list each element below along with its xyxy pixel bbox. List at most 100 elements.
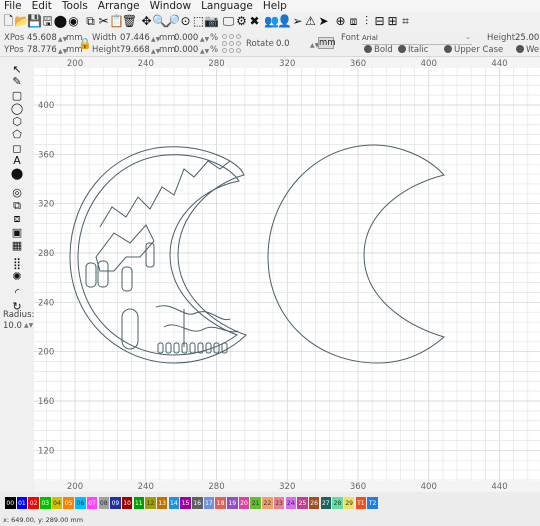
canvas-drawing[interactable]: 200 200 240 240 280 280 320 320 360 360 400 400 440 4… — [34, 57, 540, 492]
layer-swatch-22[interactable]: 22 — [262, 497, 273, 509]
polygon-tool-icon[interactable]: ⬡ — [10, 115, 24, 128]
tools-icon[interactable]: ✖ — [248, 14, 261, 29]
moon-outline-inner[interactable] — [77, 154, 240, 356]
castle-door[interactable] — [121, 308, 139, 350]
crescent-outline[interactable] — [267, 144, 446, 364]
layer-swatch-18[interactable]: 18 — [215, 497, 226, 509]
save-icon[interactable]: 💾 — [27, 14, 42, 29]
menu-help[interactable]: Help — [263, 0, 287, 12]
rotate-input[interactable]: 0.0 — [276, 39, 290, 50]
font-select[interactable]: Arial — [362, 33, 472, 45]
bezier-tool-icon[interactable]: ◻ — [10, 142, 24, 155]
target-icon[interactable]: ⊕ — [334, 14, 347, 29]
frame-icon[interactable]: ⌗ — [399, 14, 412, 29]
settings-icon[interactable]: ⚙ — [235, 14, 248, 29]
scale-y-spinner[interactable]: ▲▼ — [200, 46, 209, 57]
layer-swatch-12[interactable]: 12 — [145, 497, 156, 509]
origin-top-right-icon[interactable] — [236, 34, 241, 39]
warning-icon[interactable]: ⚠ — [304, 14, 317, 29]
layer-swatch-15[interactable]: 15 — [180, 497, 191, 509]
units-toggle-button[interactable]: mm — [318, 37, 336, 49]
menu-window[interactable]: Window — [150, 0, 191, 12]
welded-checkbox[interactable]: We — [516, 45, 539, 56]
font-dropdown-chevron-icon[interactable]: ⌄ — [465, 32, 471, 43]
radius-spinner[interactable]: ▲▼ — [24, 322, 33, 329]
bold-checkbox[interactable]: Bold — [364, 45, 393, 56]
layer-swatch-08[interactable]: 08 — [98, 497, 109, 509]
layer-swatch-23[interactable]: 23 — [273, 497, 285, 509]
origin-left-icon[interactable] — [222, 41, 227, 46]
ellipse-tool-icon[interactable]: ◯ — [10, 102, 24, 115]
moon-outline-outer[interactable] — [69, 146, 247, 364]
zoom-out-icon[interactable]: 🔎 — [165, 14, 180, 29]
delete-icon[interactable]: 🗑 — [122, 14, 137, 29]
select-tool-icon[interactable]: ↖ — [10, 63, 24, 76]
menu-edit[interactable]: Edit — [32, 0, 52, 12]
layer-swatch-11[interactable]: 11 — [133, 497, 145, 509]
grid-array-tool-icon[interactable]: ⣿ — [10, 257, 24, 270]
width-input[interactable]: 07.446 — [120, 33, 150, 44]
circular-array-tool-icon[interactable]: ✺ — [10, 270, 24, 283]
layer-swatch-00[interactable]: 00 — [5, 497, 16, 509]
save-as-icon[interactable]: 🖫 — [41, 14, 54, 29]
ypos-input[interactable]: 78.776 — [27, 45, 57, 56]
origin-center-icon[interactable] — [229, 41, 234, 46]
menu-file[interactable]: File — [4, 0, 22, 12]
layer-swatch-13[interactable]: 13 — [156, 497, 168, 509]
scale-y-input[interactable]: 0.000 — [174, 45, 198, 56]
array-tool-icon[interactable]: ▦ — [10, 239, 24, 252]
menu-language[interactable]: Language — [201, 0, 253, 12]
ungroup-icon[interactable]: ⊞ — [386, 14, 399, 29]
rectangle-tool-icon[interactable]: ▢ — [10, 89, 24, 102]
layer-swatch-03[interactable]: 03 — [40, 497, 51, 509]
castle-silhouette[interactable] — [95, 160, 231, 272]
castle-window[interactable] — [85, 262, 97, 288]
layer-swatch-06[interactable]: 06 — [75, 497, 86, 509]
origin-bottom-right-icon[interactable] — [236, 48, 241, 53]
export-icon[interactable]: ◉ — [67, 14, 80, 29]
send-icon[interactable]: ➢ — [291, 14, 304, 29]
layer-swatch-24[interactable]: 24 — [285, 497, 296, 509]
navigate-icon[interactable]: ➤ — [317, 14, 330, 29]
castle-window[interactable] — [121, 266, 133, 292]
zoom-fit-icon[interactable]: ⊙ — [179, 14, 192, 29]
layer-swatch-14[interactable]: 14 — [168, 497, 180, 509]
castle-window[interactable] — [145, 242, 155, 268]
design-canvas[interactable]: 200 200 240 240 280 280 320 320 360 360 400 400 440 4… — [34, 57, 540, 492]
camera-icon[interactable]: 📷 — [204, 14, 219, 29]
weld-tool-icon[interactable]: ⧉ — [10, 199, 24, 212]
layer-swatch-04[interactable]: 04 — [51, 497, 63, 509]
corner-tool-icon[interactable]: ◜ — [10, 286, 24, 299]
layer-swatch-T2[interactable]: T2 — [367, 497, 378, 509]
layer-swatch-21[interactable]: 21 — [250, 497, 261, 509]
layer-swatch-16[interactable]: 16 — [192, 497, 203, 509]
break-tool-icon[interactable]: ↻ — [10, 300, 24, 313]
layer-swatch-07[interactable]: 07 — [86, 497, 98, 509]
layer-swatch-26[interactable]: 26 — [308, 497, 320, 509]
origin-bottom-left-icon[interactable] — [222, 48, 227, 53]
origin-right-icon[interactable] — [236, 41, 241, 46]
layer-swatch-01[interactable]: 01 — [16, 497, 28, 509]
height-input[interactable]: 79.668 — [120, 45, 150, 56]
user-icon[interactable]: 👤 — [277, 14, 292, 29]
layer-swatch-T1[interactable]: T1 — [355, 497, 367, 509]
subtract-tool-icon[interactable]: ⧈ — [10, 212, 24, 225]
layer-swatch-27[interactable]: 27 — [320, 497, 332, 509]
layer-swatch-09[interactable]: 09 — [110, 497, 121, 509]
origin-bottom-icon[interactable] — [229, 48, 234, 53]
lock-ratio-icon[interactable]: 🔒 — [78, 38, 92, 49]
upper-case-checkbox[interactable]: Upper Case — [444, 45, 503, 56]
copy-icon[interactable]: ⧉ — [84, 14, 97, 29]
text-height-input[interactable]: 25.00 — [515, 33, 539, 44]
layer-swatch-19[interactable]: 19 — [227, 497, 238, 509]
layer-swatch-29[interactable]: 29 — [343, 497, 355, 509]
menu-arrange[interactable]: Arrange — [98, 0, 140, 12]
align-icon[interactable]: ⧈ — [347, 14, 360, 29]
xpos-input[interactable]: 45.608 — [27, 33, 57, 44]
group-icon[interactable]: ⊟ — [373, 14, 386, 29]
import-icon[interactable]: ⬤ — [54, 14, 67, 29]
layer-swatch-20[interactable]: 20 — [238, 497, 250, 509]
text-tool-icon[interactable]: A — [10, 154, 24, 167]
menu-tools[interactable]: Tools — [62, 0, 88, 12]
origin-top-left-icon[interactable] — [222, 34, 227, 39]
